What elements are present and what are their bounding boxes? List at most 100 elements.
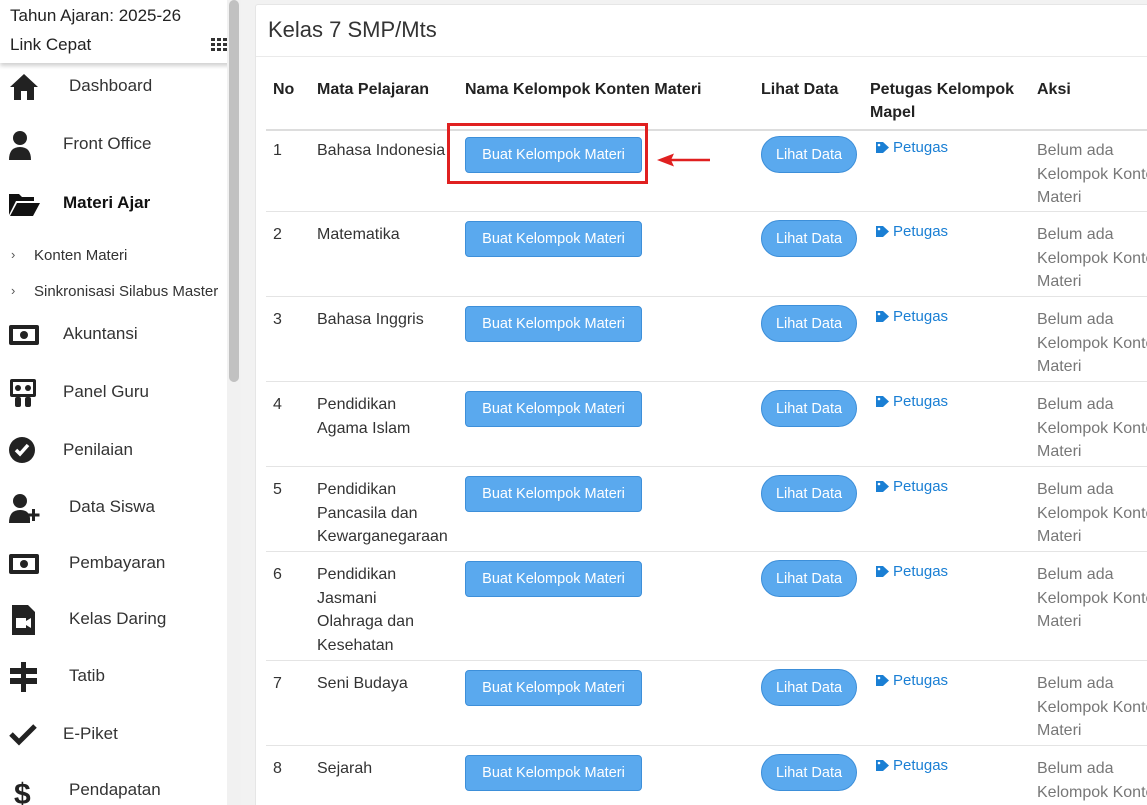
mapel-line: Kewarganegaraan: [317, 528, 448, 545]
tag-icon: [876, 760, 889, 771]
aksi-line: Materi: [1037, 722, 1082, 739]
cell-no: 6: [273, 566, 282, 583]
sidebar-item-label: Tatib: [69, 666, 105, 685]
academic-year: Tahun Ajaran: 2025-26: [10, 6, 182, 25]
tag-icon: [876, 481, 889, 492]
cell-mata-pelajaran: Matematika: [317, 223, 400, 247]
sidebar-item-kelas-daring[interactable]: Kelas Daring: [0, 600, 225, 640]
petugas-link[interactable]: Petugas: [876, 563, 948, 580]
petugas-link[interactable]: Petugas: [876, 393, 948, 410]
chevron-right-icon: ›: [11, 283, 16, 298]
sidebar-item-front-office[interactable]: Front Office: [0, 125, 225, 165]
folder-open-icon: [9, 194, 40, 216]
buat-kelompok-materi-button[interactable]: Buat Kelompok Materi: [465, 476, 642, 512]
sidebar-item-pendapatan[interactable]: $ Pendapatan: [0, 771, 225, 805]
sidebar-item-label: Pembayaran: [69, 553, 166, 572]
mapel-line: Pendidikan: [317, 481, 397, 498]
sidebar-item-tatib[interactable]: Tatib: [0, 657, 225, 697]
aksi-line: Materi: [1037, 613, 1082, 630]
tag-icon: [876, 142, 889, 153]
cell-mata-pelajaran: Pendidikan Jasmani Olahraga dan Kesehatan: [317, 563, 414, 657]
aksi-line: Materi: [1037, 273, 1082, 290]
mapel-line: Agama Islam: [317, 419, 411, 437]
petugas-label: Petugas: [893, 672, 949, 689]
video-file-icon: [12, 605, 35, 635]
mapel-line: Jasmani: [317, 589, 377, 607]
sidebar: Tahun Ajaran: 2025-26 Link Cepat Dashboa…: [0, 0, 241, 805]
buat-kelompok-materi-button[interactable]: Buat Kelompok Materi: [465, 561, 642, 597]
cell-aksi: Belum adaKelompok KontenMateri: [1037, 223, 1147, 294]
lihat-data-button[interactable]: Lihat Data: [761, 754, 857, 791]
presentation-icon: [10, 379, 36, 407]
sidebar-item-penilaian[interactable]: Penilaian: [0, 431, 225, 471]
aksi-line: Materi: [1037, 443, 1082, 460]
buat-kelompok-materi-button[interactable]: Buat Kelompok Materi: [465, 221, 642, 257]
cell-aksi: Belum adaKelompok KontenMateri: [1037, 757, 1147, 805]
mapel-line: Olahraga dan: [317, 613, 414, 630]
page-title: Kelas 7 SMP/Mts: [268, 17, 437, 42]
sidebar-scrollbar[interactable]: [227, 0, 241, 805]
buat-kelompok-materi-button[interactable]: Buat Kelompok Materi: [465, 391, 642, 427]
aksi-line: Belum ada: [1037, 396, 1114, 413]
mapel-line: Matematika: [317, 226, 400, 243]
user-icon: [9, 131, 31, 160]
petugas-link[interactable]: Petugas: [876, 223, 948, 240]
sidebar-item-materi-ajar[interactable]: Materi Ajar: [0, 184, 225, 224]
lihat-data-button[interactable]: Lihat Data: [761, 136, 857, 173]
column-header-mata-pelajaran: Mata Pelajaran: [317, 81, 430, 98]
lihat-data-button[interactable]: Lihat Data: [761, 560, 857, 597]
tag-icon: [876, 226, 889, 237]
sidebar-header: Tahun Ajaran: 2025-26 Link Cepat: [0, 0, 241, 63]
aksi-line: Kelompok Konten: [1037, 504, 1147, 522]
petugas-link[interactable]: Petugas: [876, 478, 948, 495]
tag-icon: [876, 311, 889, 322]
petugas-link[interactable]: Petugas: [876, 308, 948, 325]
sidebar-item-pembayaran[interactable]: Pembayaran: [0, 544, 225, 584]
cell-aksi: Belum adaKelompok KontenMateri: [1037, 563, 1147, 634]
sidebar-item-panel-guru[interactable]: Panel Guru: [0, 373, 225, 413]
cell-aksi: Belum adaKelompok KontenMateri: [1037, 308, 1147, 379]
cell-mata-pelajaran: Sejarah: [317, 757, 372, 781]
aksi-line: Kelompok Konten: [1037, 334, 1147, 352]
lihat-data-button[interactable]: Lihat Data: [761, 475, 857, 512]
aksi-line: Belum ada: [1037, 311, 1114, 328]
submenu-item-sinkronisasi-silabus[interactable]: › Sinkronisasi Silabus Master: [0, 280, 225, 304]
lihat-data-button[interactable]: Lihat Data: [761, 305, 857, 342]
petugas-link[interactable]: Petugas: [876, 672, 948, 689]
cell-no: 5: [273, 481, 282, 498]
sidebar-item-data-siswa[interactable]: Data Siswa: [0, 488, 225, 528]
petugas-link[interactable]: Petugas: [876, 139, 948, 156]
petugas-link[interactable]: Petugas: [876, 757, 948, 774]
sidebar-item-label: Panel Guru: [63, 382, 149, 401]
aksi-line: Kelompok Konten: [1037, 783, 1147, 801]
table-row: 4 Pendidikan Agama Islam Buat Kelompok Mate…: [266, 382, 1147, 467]
buat-kelompok-materi-button[interactable]: Buat Kelompok Materi: [465, 755, 642, 791]
lihat-data-button[interactable]: Lihat Data: [761, 669, 857, 706]
cell-mata-pelajaran: Pendidikan Agama Islam: [317, 393, 410, 440]
petugas-label: Petugas: [893, 308, 949, 325]
aksi-line: Kelompok Konten: [1037, 419, 1147, 437]
aksi-line: Kelompok Konten: [1037, 165, 1147, 183]
chevron-right-icon: ›: [11, 247, 16, 262]
arrow-left-icon: [657, 153, 710, 167]
lihat-data-button[interactable]: Lihat Data: [761, 220, 857, 257]
sidebar-item-label: Kelas Daring: [69, 609, 167, 628]
check-circle-icon: [9, 437, 35, 463]
submenu-item-konten-materi[interactable]: › Konten Materi: [0, 244, 225, 268]
mapel-line: Pendidikan: [317, 396, 397, 413]
scrollbar-thumb[interactable]: [229, 0, 239, 382]
sidebar-item-dashboard[interactable]: Dashboard: [0, 67, 225, 107]
mapel-line: Bahasa Inggris: [317, 311, 424, 328]
lihat-data-button[interactable]: Lihat Data: [761, 390, 857, 427]
sidebar-item-akuntansi[interactable]: Akuntansi: [0, 315, 225, 355]
cell-no: 2: [273, 226, 282, 243]
quick-link-label[interactable]: Link Cepat: [10, 35, 91, 55]
buat-kelompok-materi-button[interactable]: Buat Kelompok Materi: [465, 670, 642, 706]
buat-kelompok-materi-button[interactable]: Buat Kelompok Materi: [465, 306, 642, 342]
aksi-line: Kelompok Konten: [1037, 698, 1147, 716]
aksi-line: Kelompok Konten: [1037, 589, 1147, 607]
sidebar-item-e-piket[interactable]: E-Piket: [0, 715, 225, 755]
checkmark-icon: [9, 724, 37, 746]
cell-aksi: Belum adaKelompok KontenMateri: [1037, 139, 1147, 210]
sidebar-item-label: Akuntansi: [63, 324, 138, 343]
